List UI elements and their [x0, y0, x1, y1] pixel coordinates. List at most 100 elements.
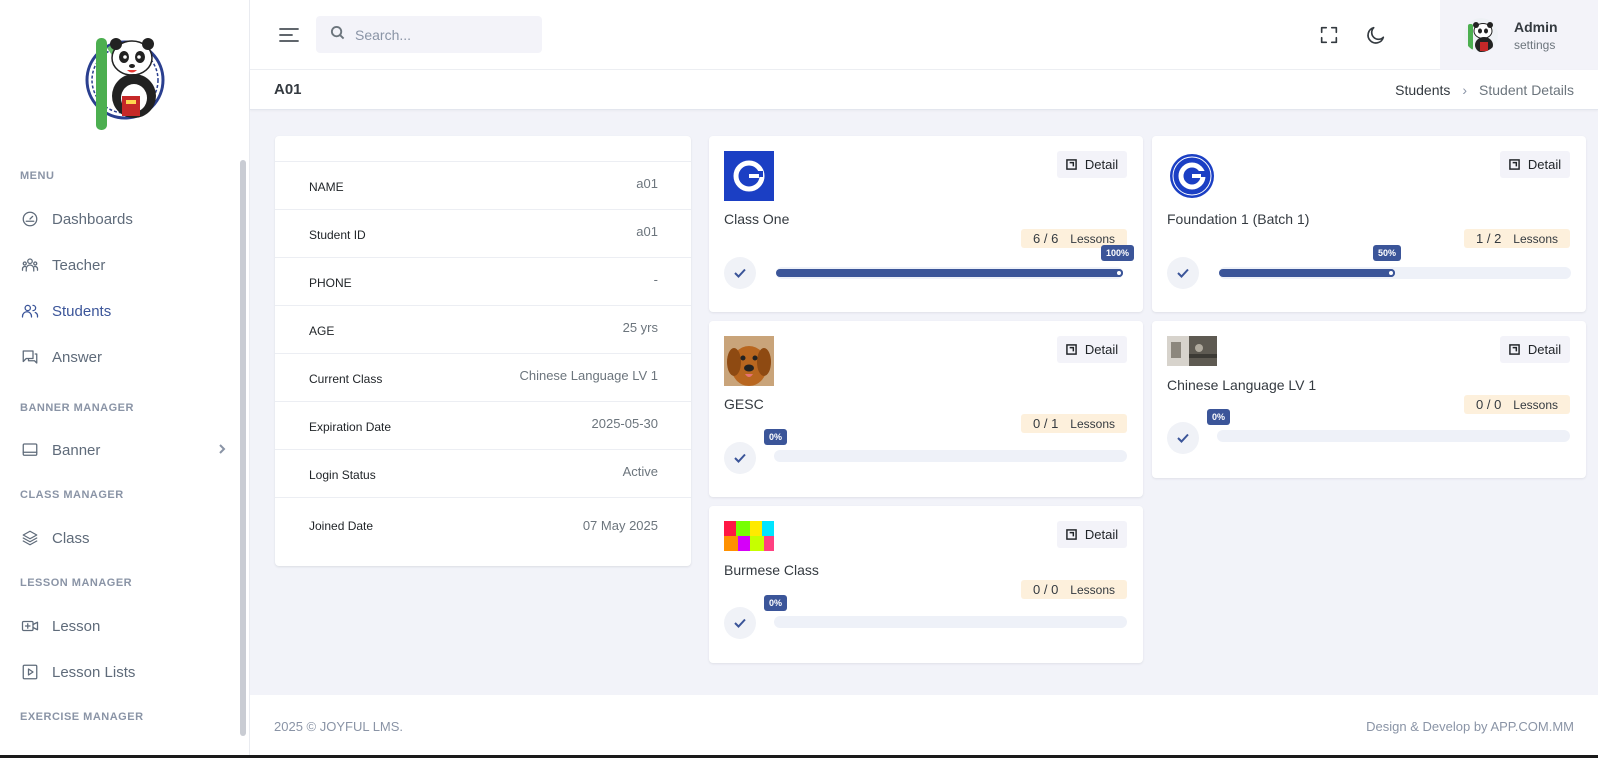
lessons-count: 1 / 2: [1476, 231, 1502, 246]
lessons-label: Lessons: [1513, 231, 1558, 246]
search-input[interactable]: [355, 26, 525, 43]
sidebar-item-answer[interactable]: Answer: [20, 340, 232, 374]
check-icon: [724, 442, 756, 474]
progress-percent-label: 0%: [1207, 409, 1231, 425]
info-label: AGE: [309, 324, 335, 338]
user-menu[interactable]: Admin settings: [1440, 0, 1598, 70]
progress-track: [1219, 267, 1571, 279]
chevron-right-icon: [216, 442, 228, 459]
class-card: Class One Detail 6 / 6 Lessons 100%: [709, 136, 1143, 312]
lessons-count: 6 / 6: [1033, 231, 1059, 246]
page-title-bar: A01 Students › Student Details: [250, 70, 1598, 110]
detail-icon: [1509, 344, 1520, 355]
menu-section-title: BANNER MANAGER: [20, 402, 134, 414]
topbar: Admin settings: [250, 0, 1598, 70]
speedometer-icon: [20, 209, 40, 229]
info-value: -: [653, 272, 658, 287]
student-info-card: NAME a01 Student ID a01 PHONE - AGE 25 y…: [275, 136, 691, 566]
breadcrumb-students-link[interactable]: Students: [1395, 82, 1450, 98]
lessons-badge: 0 / 0 Lessons: [1464, 395, 1570, 414]
info-label: NAME: [309, 180, 344, 194]
info-row-expiration-date: Expiration Date 2025-05-30: [275, 401, 691, 449]
video-add-icon: [20, 616, 40, 636]
hamburger-menu-icon[interactable]: [278, 24, 300, 46]
info-value: a01: [636, 224, 658, 239]
progress-fill: [1219, 269, 1395, 277]
chat-icon: [20, 347, 40, 367]
progress-knob: [1387, 269, 1395, 277]
detail-icon: [1509, 159, 1520, 170]
sidebar-item-banner[interactable]: Banner: [20, 433, 232, 467]
sidebar-item-teacher[interactable]: Teacher: [20, 248, 232, 282]
info-row-name: NAME a01: [275, 161, 691, 209]
search-box: [316, 16, 542, 53]
menu-section-title: CLASS MANAGER: [20, 489, 124, 501]
detail-icon: [1066, 159, 1077, 170]
breadcrumb: Students › Student Details: [1395, 82, 1574, 98]
lessons-badge: 1 / 2 Lessons: [1464, 229, 1570, 248]
detail-label: Detail: [1084, 527, 1119, 542]
info-value: Active: [622, 464, 658, 479]
dark-mode-moon-icon[interactable]: [1365, 24, 1387, 46]
detail-button[interactable]: Detail: [1057, 521, 1127, 548]
lessons-badge: 0 / 1 Lessons: [1021, 414, 1127, 433]
breadcrumb-current: Student Details: [1479, 82, 1574, 98]
sidebar-item-lesson[interactable]: Lesson: [20, 609, 232, 643]
sidebar-scrollbar[interactable]: [240, 160, 246, 736]
info-row-login-status: Login Status Active: [275, 449, 691, 497]
info-label: Joined Date: [309, 519, 374, 533]
detail-label: Detail: [1527, 157, 1562, 172]
detail-button[interactable]: Detail: [1057, 336, 1127, 363]
info-row-phone: PHONE -: [275, 257, 691, 305]
detail-button[interactable]: Detail: [1500, 336, 1570, 363]
progress-track: [776, 267, 1123, 279]
footer-credit: Design & Develop by APP.COM.MM: [1366, 719, 1574, 734]
class-card: GESC Detail 0 / 1 Lessons 0%: [709, 321, 1143, 497]
lessons-label: Lessons: [1070, 582, 1115, 597]
info-label: Expiration Date: [309, 420, 392, 434]
progress-percent-label: 0%: [764, 429, 788, 445]
user-name: Admin: [1514, 18, 1558, 35]
sidebar-item-label: Answer: [52, 348, 103, 366]
sidebar-item-label: Lesson Lists: [52, 663, 136, 681]
check-icon: [724, 607, 756, 639]
lessons-count: 0 / 1: [1033, 416, 1059, 431]
check-icon: [1167, 257, 1199, 289]
class-name: GESC: [724, 396, 764, 412]
class-name: Burmese Class: [724, 562, 819, 578]
sidebar-item-class[interactable]: Class: [20, 521, 232, 555]
sidebar-item-students[interactable]: Students: [20, 294, 232, 328]
lessons-label: Lessons: [1070, 231, 1115, 246]
lessons-badge: 0 / 0 Lessons: [1021, 580, 1127, 599]
progress-track: [774, 450, 1127, 462]
info-value: a01: [636, 176, 658, 191]
info-label: PHONE: [309, 276, 352, 290]
fullscreen-icon[interactable]: [1318, 24, 1340, 46]
lessons-count: 0 / 0: [1033, 582, 1059, 597]
sidebar-item-label: Dashboards: [52, 210, 133, 228]
progress-percent-label: 50%: [1373, 245, 1402, 261]
panda-logo[interactable]: [82, 28, 168, 136]
detail-button[interactable]: Detail: [1057, 151, 1127, 178]
breadcrumb-separator-icon: ›: [1462, 82, 1468, 98]
info-row-current-class: Current Class Chinese Language LV 1: [275, 353, 691, 401]
class-thumbnail: [724, 521, 774, 551]
check-icon: [1167, 422, 1199, 454]
progress-percent-label: 100%: [1101, 245, 1135, 261]
user-settings-label: settings: [1514, 37, 1556, 52]
monitor-icon: [20, 440, 40, 460]
lessons-label: Lessons: [1513, 397, 1558, 412]
class-card: Chinese Language LV 1 Detail 0 / 0 Lesso…: [1152, 321, 1586, 478]
detail-button[interactable]: Detail: [1500, 151, 1570, 178]
info-value: 2025-05-30: [591, 416, 659, 431]
sidebar-item-lesson-lists[interactable]: Lesson Lists: [20, 655, 232, 689]
sidebar-item-dashboards[interactable]: Dashboards: [20, 202, 232, 236]
class-thumbnail: [724, 151, 774, 201]
class-card: Burmese Class Detail 0 / 0 Lessons 0%: [709, 506, 1143, 663]
class-card: Foundation 1 (Batch 1) Detail 1 / 2 Less…: [1152, 136, 1586, 312]
info-row-joined-date: Joined Date 07 May 2025: [275, 497, 691, 561]
info-label: Student ID: [309, 228, 366, 242]
progress-track: [774, 616, 1127, 628]
play-square-icon: [20, 662, 40, 682]
users-icon: [20, 301, 40, 321]
